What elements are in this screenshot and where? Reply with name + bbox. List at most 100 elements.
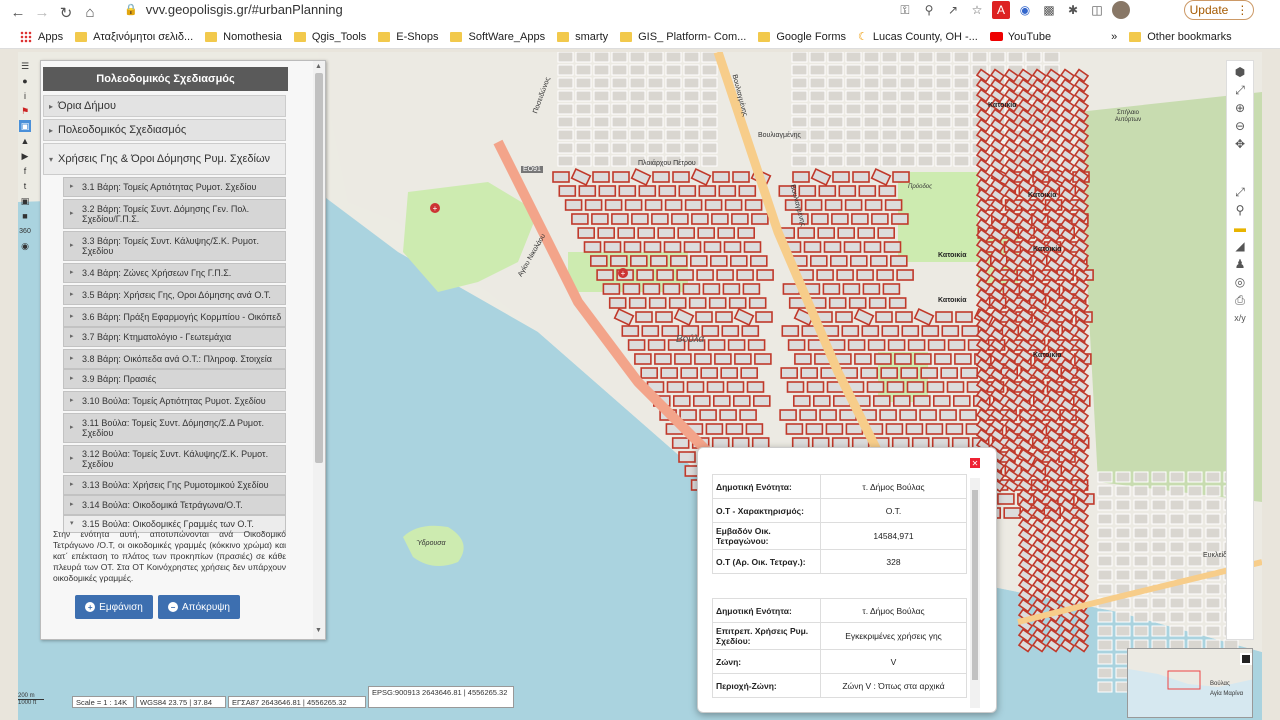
panel-scroll-thumb[interactable] bbox=[315, 73, 323, 463]
ruler-icon[interactable]: ▬ bbox=[1231, 221, 1249, 235]
update-button[interactable]: Update ⋮ bbox=[1184, 0, 1254, 20]
facebook-icon[interactable]: f bbox=[19, 165, 31, 177]
layer-item[interactable]: ▸ 3.6 Βάρη: Πράξη Εφαρμογής Κορμπίου - Οι… bbox=[63, 307, 286, 327]
address-bar[interactable]: 🔒 vvv.geopolisgis.gr/#urbanPlanning bbox=[124, 1, 894, 17]
zoom-out-icon[interactable]: ⊖ bbox=[1231, 119, 1249, 133]
bookmark-other[interactable]: Other bookmarks bbox=[1129, 31, 1232, 43]
bookmark-item[interactable]: Google Forms bbox=[758, 31, 846, 43]
show-button[interactable]: + Εμφάνιση bbox=[75, 595, 153, 619]
bookmark-apps[interactable]: Apps bbox=[20, 30, 63, 43]
star-icon[interactable]: ☆ bbox=[968, 1, 986, 19]
zoom-in-icon[interactable]: ⊕ bbox=[1231, 101, 1249, 115]
camera-icon[interactable]: ▣ bbox=[19, 195, 31, 207]
zoom-icon[interactable]: ⚲ bbox=[920, 1, 938, 19]
city-block bbox=[899, 52, 916, 63]
screen-extension-icon[interactable]: ▩ bbox=[1040, 1, 1058, 19]
key-icon[interactable]: ⚿ bbox=[896, 1, 914, 19]
layer-item[interactable]: ▸ 3.10 Βούλα: Τομείς Αρτιότητας Ρυμοτ. Σχ… bbox=[63, 391, 286, 411]
bookmark-youtube[interactable]: YouTube bbox=[989, 31, 1051, 43]
home-button[interactable]: ⌂ bbox=[78, 2, 102, 24]
view-360-icon[interactable]: 360 bbox=[19, 225, 31, 237]
building-block bbox=[712, 395, 731, 407]
layer-item[interactable]: ▸ 3.13 Βούλα: Χρήσεις Γης Ρυμοτομικού Σχε… bbox=[63, 475, 286, 495]
layer-item[interactable]: ▸ 3.3 Βάρη: Τομείς Συντ. Κάλυψης/Σ.Κ. Ρυμ… bbox=[63, 231, 286, 261]
layer-item[interactable]: ▸ 3.4 Βάρη: Ζώνες Χρήσεων Γης Γ.Π.Σ. bbox=[63, 263, 286, 283]
back-button[interactable]: ← bbox=[6, 2, 30, 24]
building-block bbox=[732, 171, 750, 183]
layer-item[interactable]: ▸ 3.12 Βούλα: Τομείς Συντ. Κάλυψης/Σ.Κ. Ρ… bbox=[63, 445, 286, 473]
coordinates-xy-icon[interactable]: x/y bbox=[1231, 311, 1249, 325]
bookmark-item[interactable]: smarty bbox=[557, 31, 608, 43]
overview-map[interactable]: Βούλας Αγία Μαρίνα bbox=[1127, 648, 1253, 718]
bookmark-item[interactable]: Qgis_Tools bbox=[293, 31, 366, 43]
bookmark-item[interactable]: Nomothesia bbox=[205, 31, 282, 43]
locate-icon[interactable]: ◎ bbox=[1231, 275, 1249, 289]
user-icon[interactable]: ● bbox=[19, 75, 31, 87]
sidebar-icon[interactable]: ◫ bbox=[1088, 1, 1106, 19]
building-block bbox=[715, 311, 733, 323]
video-icon[interactable]: ■ bbox=[19, 210, 31, 222]
popup-table-block: Δημοτική Ενότητα: τ. Δήμος Βούλας Ο.Τ - Χα… bbox=[712, 474, 967, 574]
building-block bbox=[641, 325, 660, 337]
document-icon[interactable]: ▣ bbox=[19, 120, 31, 132]
city-block bbox=[683, 142, 700, 154]
building-block bbox=[611, 213, 629, 225]
section-municipality-bounds[interactable]: ▸ Όρια Δήμου bbox=[43, 95, 286, 117]
forward-button[interactable]: → bbox=[30, 2, 54, 24]
layer-item[interactable]: ▸ 3.1 Βάρη: Τομείς Αρτιότητας Ρυμοτ. Σχεδ… bbox=[63, 177, 286, 197]
menu-icon[interactable]: ☰ bbox=[19, 60, 31, 72]
hide-button[interactable]: − Απόκρυψη bbox=[158, 595, 240, 619]
overview-toggle-icon[interactable] bbox=[1240, 653, 1252, 665]
twitter-icon[interactable]: t bbox=[19, 180, 31, 192]
avatar[interactable] bbox=[1112, 1, 1130, 19]
collapse-icon[interactable]: ⤢ bbox=[1231, 185, 1249, 199]
bookmark-item[interactable]: GIS_ Platform- Com... bbox=[620, 31, 746, 43]
pan-icon[interactable]: ✥ bbox=[1231, 137, 1249, 151]
info-icon[interactable]: i bbox=[19, 90, 31, 102]
close-icon[interactable]: ✕ bbox=[970, 458, 980, 468]
urban-planning-panel: Πολεοδομικός Σχεδιασμός ▸ Όρια Δήμου ▸ Π… bbox=[40, 60, 326, 640]
youtube-icon[interactable]: ▶ bbox=[19, 150, 31, 162]
fullscreen-icon[interactable]: ⤢ bbox=[1231, 83, 1249, 97]
building-block bbox=[742, 283, 761, 295]
reload-button[interactable]: ↻ bbox=[54, 2, 78, 24]
search-icon[interactable]: ⚲ bbox=[1231, 203, 1249, 217]
building-block bbox=[739, 409, 757, 421]
bookmark-item[interactable]: E-Shops bbox=[378, 31, 438, 43]
layer-item[interactable]: ▸ 3.5 Βάρη: Χρήσεις Γης, Οροι Δόμησης ανά… bbox=[63, 285, 286, 305]
layer-item[interactable]: ▸ 3.11 Βούλα: Τομείς Συντ. Δόμησης/Σ.Δ Ρυ… bbox=[63, 413, 286, 443]
layers-icon[interactable]: ⬢ bbox=[1231, 65, 1249, 79]
section-urban-planning[interactable]: ▸ Πολεοδομικός Σχεδιασμός bbox=[43, 119, 286, 141]
building-block bbox=[828, 297, 847, 309]
layer-item[interactable]: ▸ 3.7 Βάρη: Κτηματολόγιο - Γεωτεμάχια bbox=[63, 327, 286, 347]
puzzle-icon[interactable]: ✱ bbox=[1064, 1, 1082, 19]
city-block bbox=[647, 142, 664, 154]
layer-item[interactable]: ▸ 3.8 Βάρη: Οικόπεδα ανά Ο.Τ.: Πληροφ. Στ… bbox=[63, 349, 286, 369]
scroll-up-icon[interactable]: ▲ bbox=[315, 63, 322, 70]
building-block bbox=[835, 311, 853, 323]
tree-icon[interactable]: ▲ bbox=[19, 135, 31, 147]
layer-item[interactable]: ▸ 3.9 Βάρη: Πρασιές bbox=[63, 369, 286, 389]
bookmarks-overflow-button[interactable]: » bbox=[1111, 31, 1117, 43]
bookmark-item[interactable]: SoftWare_Apps bbox=[450, 31, 545, 43]
city-block bbox=[953, 129, 970, 141]
city-block bbox=[827, 129, 844, 141]
bookmark-red-icon[interactable]: ⚑ bbox=[19, 105, 31, 117]
hospital-marker-icon[interactable]: + bbox=[430, 203, 440, 213]
print-icon[interactable]: ⎙ bbox=[1231, 293, 1249, 307]
layer-item[interactable]: ▸ 3.2 Βάρη: Τομείς Συντ. Δόμησης Γεν. Πολ… bbox=[63, 199, 286, 229]
share-icon[interactable]: ↗ bbox=[944, 1, 962, 19]
section-land-use[interactable]: ▾ Χρήσεις Γης & Όροι Δόμησης Ρυμ. Σχεδίω… bbox=[43, 143, 286, 175]
bookmark-item[interactable]: ☾ Lucas County, OH -... bbox=[858, 30, 978, 44]
hospital-marker-icon[interactable]: + bbox=[618, 268, 628, 278]
layer-item[interactable]: ▸ 3.14 Βούλα: Οικοδομικά Τετράγωνα/Ο.Τ. bbox=[63, 495, 286, 515]
popup-scroll-thumb[interactable] bbox=[972, 490, 978, 680]
building-block bbox=[602, 283, 621, 295]
extension-icon[interactable]: ◉ bbox=[1016, 1, 1034, 19]
pdf-extension-icon[interactable]: A bbox=[992, 1, 1010, 19]
scroll-down-icon[interactable]: ▼ bbox=[315, 627, 322, 634]
street-view-icon[interactable]: ♟ bbox=[1231, 257, 1249, 271]
rss-icon[interactable]: ◉ bbox=[19, 240, 31, 252]
measure-area-icon[interactable]: ◢ bbox=[1231, 239, 1249, 253]
bookmark-item[interactable]: Αταξινόμητοι σελιδ... bbox=[75, 31, 193, 43]
